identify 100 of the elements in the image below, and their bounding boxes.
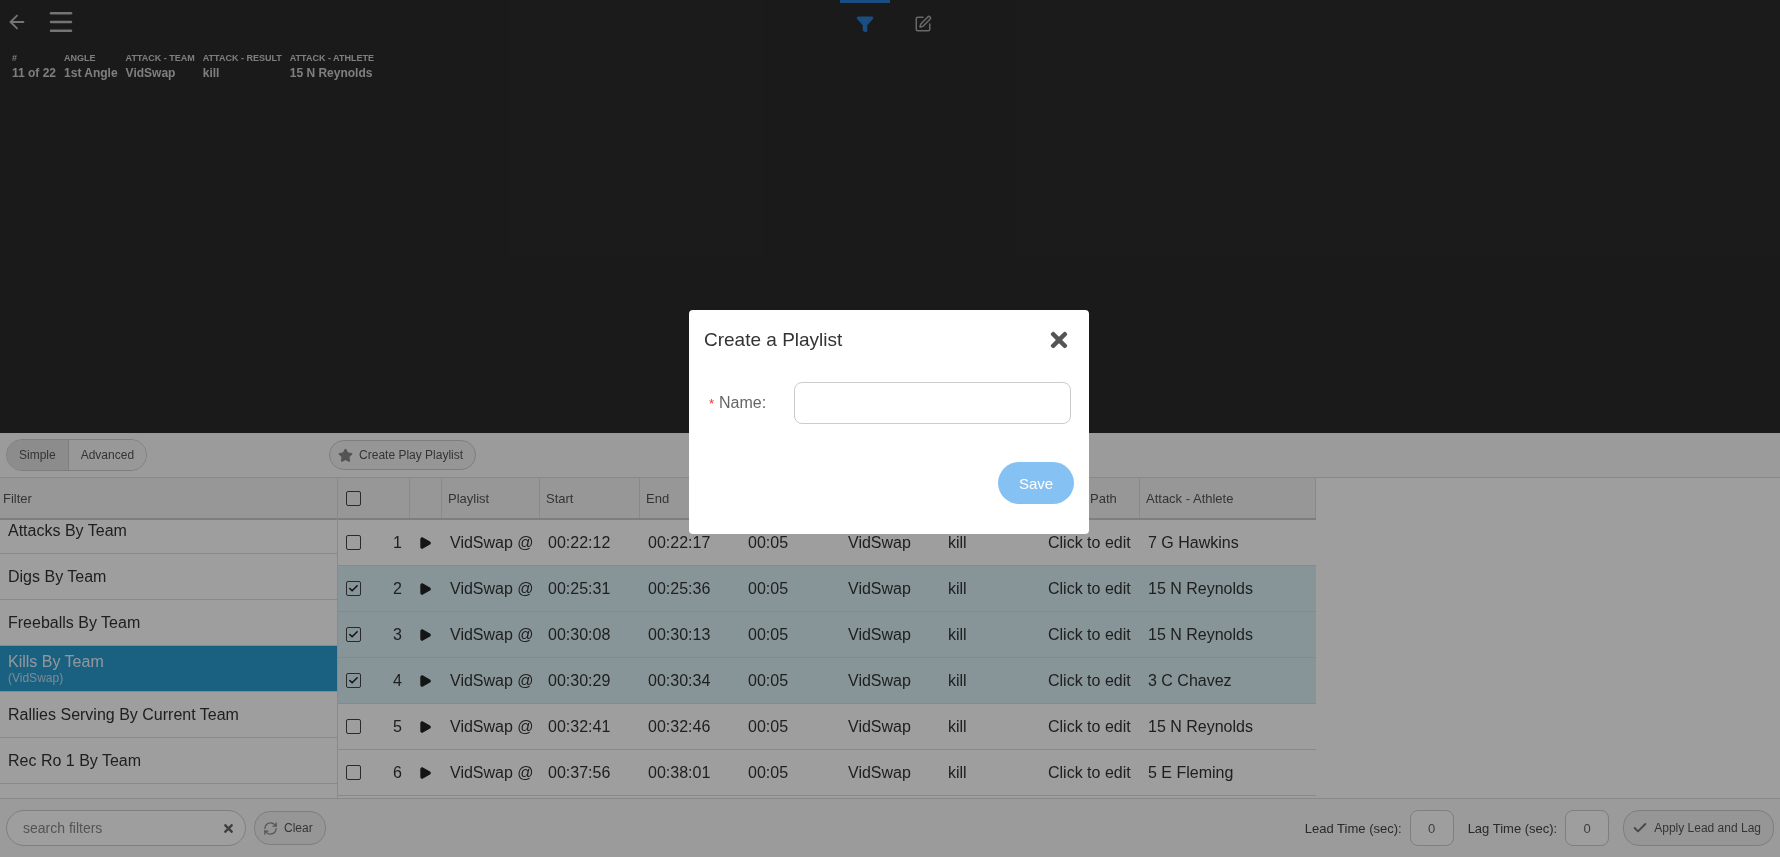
table-cell[interactable]: Click to edit <box>1040 625 1140 644</box>
table-cell-text: 00:30:29 <box>547 671 612 690</box>
table-cell-text: kill <box>947 533 968 552</box>
filter-sublabel: (VidSwap) <box>8 670 65 685</box>
apply-lead-and-lag-button[interactable]: Apply Lead and Lag <box>1623 810 1774 846</box>
star-icon <box>338 447 354 463</box>
column-header[interactable]: Path <box>1090 490 1117 506</box>
row-checkbox[interactable] <box>346 627 361 642</box>
column-header[interactable]: Playlist <box>448 490 490 506</box>
table-cell[interactable]: Click to edit <box>1040 671 1140 690</box>
table-cell-text: VidSwap @ <box>449 763 535 782</box>
table-cell[interactable]: Click to edit <box>1040 717 1140 736</box>
lead-time-label: Lead Time (sec): <box>1304 820 1402 836</box>
play-icon[interactable] <box>418 535 432 550</box>
row-number: 6 <box>393 763 402 782</box>
info-label: ANGLE <box>64 53 97 63</box>
table-cell-text: kill <box>947 763 968 782</box>
table-cell-text: 00:22:12 <box>547 533 612 552</box>
table-cell-text: VidSwap @ <box>449 625 535 644</box>
table-cell-text: 00:05 <box>747 763 790 782</box>
row-number: 1 <box>393 533 402 552</box>
table-cell-text: 00:05 <box>747 625 790 644</box>
filter-label: Rallies Serving By Current Team <box>8 705 240 724</box>
table-cell[interactable]: Click to edit <box>1040 533 1140 552</box>
info-value: VidSwap <box>125 66 177 80</box>
table-cell-text: VidSwap <box>847 763 912 782</box>
row-number: 5 <box>393 717 402 736</box>
clear-button[interactable]: Clear <box>254 811 326 845</box>
column-header[interactable]: Attack - Athlete <box>1146 490 1234 506</box>
table-cell-text: 00:30:34 <box>647 671 712 690</box>
info-value: 15 N Reynolds <box>289 66 374 80</box>
table-cell-text: 00:32:46 <box>647 717 712 736</box>
table-cell-text: 7 G Hawkins <box>1147 533 1240 552</box>
play-icon[interactable] <box>418 719 432 734</box>
table-cell-text: 00:25:36 <box>647 579 712 598</box>
table-cell-text: 00:38:01 <box>647 763 712 782</box>
column-header[interactable]: End <box>646 490 670 506</box>
table-cell-text: 00:25:31 <box>547 579 612 598</box>
lag-time-label: Lag Time (sec): <box>1467 820 1558 836</box>
name-field[interactable] <box>794 382 1071 424</box>
info-value: 1st Angle <box>64 66 118 80</box>
row-number: 3 <box>393 625 402 644</box>
row-checkbox[interactable] <box>346 535 361 550</box>
table-cell-text: VidSwap <box>847 625 912 644</box>
play-icon[interactable] <box>418 673 432 688</box>
check-icon <box>348 629 359 640</box>
filter-label: Digs By Team <box>8 567 108 586</box>
table-row[interactable]: 2 VidSwap @ 00:25:31 00:25:36 00:05 VidSwap kill Click to edit 15 N Reynolds <box>338 566 1316 612</box>
name-label: Name: <box>719 394 767 412</box>
filter-label: Attacks By Team <box>8 521 128 540</box>
select-all-checkbox[interactable] <box>346 490 361 506</box>
refresh-icon <box>263 820 278 836</box>
clear-search-icon[interactable] <box>222 822 235 835</box>
filter-label: Rec Ro 1 By Team <box>8 751 143 770</box>
table-cell-text: kill <box>947 717 968 736</box>
table-cell-text: VidSwap <box>847 717 912 736</box>
info-label: ATTACK - TEAM <box>125 53 195 63</box>
table-cell-text: 15 N Reynolds <box>1147 625 1254 644</box>
table-cell-text: VidSwap <box>847 579 912 598</box>
play-icon[interactable] <box>418 765 432 780</box>
table-cell-text: VidSwap @ <box>449 671 535 690</box>
play-icon[interactable] <box>418 581 432 596</box>
table-cell-text: 15 N Reynolds <box>1147 717 1254 736</box>
table-cell-text: 00:05 <box>747 717 790 736</box>
table-row[interactable]: 3 VidSwap @ 00:30:08 00:30:13 00:05 VidSwap kill Click to edit 15 N Reynolds <box>338 612 1316 658</box>
table-cell-text: 00:05 <box>747 671 790 690</box>
info-label: # <box>12 53 18 63</box>
row-number: 2 <box>393 579 402 598</box>
row-checkbox[interactable] <box>346 719 361 734</box>
check-icon <box>348 583 359 594</box>
info-value: 11 of 22 <box>12 66 57 80</box>
lag-time-field[interactable]: 0 <box>1565 810 1610 846</box>
filter-label: Freeballs By Team <box>8 613 142 632</box>
filter-icon <box>856 14 874 33</box>
row-number: 4 <box>393 671 402 690</box>
table-cell-text: VidSwap <box>847 533 912 552</box>
table-cell[interactable]: Click to edit <box>1040 763 1140 782</box>
table-cell-text: VidSwap <box>847 671 912 690</box>
mode-toggle-button[interactable]: Simple <box>7 440 69 470</box>
search-field[interactable]: search filters <box>6 810 246 846</box>
table-cell[interactable]: Click to edit <box>1040 579 1140 598</box>
table-row[interactable]: 4 VidSwap @ 00:30:29 00:30:34 00:05 VidSwap kill Click to edit 3 C Chavez <box>338 658 1316 704</box>
info-label: ATTACK - ATHLETE <box>289 53 374 63</box>
row-checkbox[interactable] <box>346 581 361 596</box>
table-cell-text: 00:32:41 <box>547 717 612 736</box>
table-cell-text: 00:05 <box>747 579 790 598</box>
table-cell-text: kill <box>947 625 968 644</box>
create-play-playlist-button[interactable]: Create Play Playlist <box>329 440 477 470</box>
table-cell-text: kill <box>947 671 968 690</box>
row-checkbox[interactable] <box>346 765 361 780</box>
table-cell-text: 00:22:17 <box>647 533 712 552</box>
play-icon[interactable] <box>418 627 432 642</box>
lead-time-field[interactable]: 0 <box>1409 810 1454 846</box>
table-cell-text: 5 E Fleming <box>1147 763 1235 782</box>
dialog-title: Create a Playlist <box>704 329 843 351</box>
column-header[interactable]: Start <box>546 490 574 506</box>
table-cell-text: 00:30:08 <box>547 625 612 644</box>
table-cell-text: 00:05 <box>747 533 790 552</box>
info-label: ATTACK - RESULT <box>202 53 282 63</box>
row-checkbox[interactable] <box>346 673 361 688</box>
